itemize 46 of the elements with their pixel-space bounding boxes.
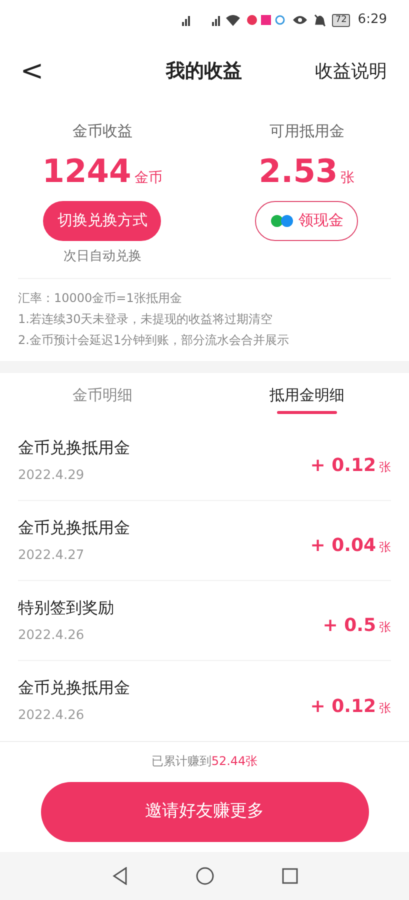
app-icon [246,14,286,26]
record-title: 金币兑换抵用金 [18,516,130,539]
stat-label: 金币收益 [72,121,132,142]
record-date: 2022.4.26 [18,626,86,645]
rule-note: 2.金币预计会延迟1分钟到账，部分流水会合并展示 [18,332,290,349]
withdraw-button[interactable]: 领现金 [255,200,358,240]
status-time: 6:29 [358,11,387,30]
page-title: 我的收益 [166,58,242,84]
back-nav-icon[interactable] [112,867,128,885]
tab[interactable]: 金币明细 [0,377,204,421]
record-amount: + 0.12 [310,454,376,478]
tab[interactable]: 抵用金明细 [204,377,409,421]
stat-label: 可用抵用金 [269,121,344,142]
help-link[interactable]: 收益说明 [315,58,387,84]
battery-icon: 72 [332,14,350,26]
record-amount: + 0.12 [310,694,376,718]
home-nav-icon[interactable] [196,867,214,885]
muted-bell-icon [314,14,326,26]
payment-icon [270,214,294,228]
record-unit: 张 [379,539,391,556]
eye-icon [292,15,308,25]
record-unit: 张 [379,700,391,716]
total-label: 已累计赚到 [151,754,212,768]
record-unit: 张 [379,459,391,476]
record-date: 2022.4.29 [18,466,86,485]
record-title: 金币兑换抵用金 [18,436,130,459]
rule-note: 1.若连续30天未登录，未提现的收益将过期清空 [18,311,274,328]
record-date: 2022.4.27 [18,546,86,565]
record-amount: + 0.5 [322,614,376,638]
signal-icon [180,13,240,27]
record-title: 特别签到奖励 [18,596,114,619]
stat-unit: 张 [340,168,355,188]
rule-note: 汇率：10000金币=1张抵用金 [18,290,183,307]
stat-unit: 金币 [134,168,162,188]
record-title: 金币兑换抵用金 [18,677,130,700]
total-amount: 52.44张 [211,754,258,768]
invite-button[interactable]: 邀请好友赚更多 [40,782,368,842]
recent-apps-icon[interactable] [282,868,298,884]
switch-button[interactable]: 切换兑换方式 [43,200,162,240]
auto-exchange-note: 次日自动兑换 [63,248,142,266]
record-date: 2022.4.26 [18,707,86,726]
record-amount: + 0.04 [310,534,376,558]
stat-value: 1244 [42,150,132,192]
stat-value: 2.53 [258,150,338,192]
record-unit: 张 [379,619,391,636]
back-button[interactable]: < [20,57,44,85]
